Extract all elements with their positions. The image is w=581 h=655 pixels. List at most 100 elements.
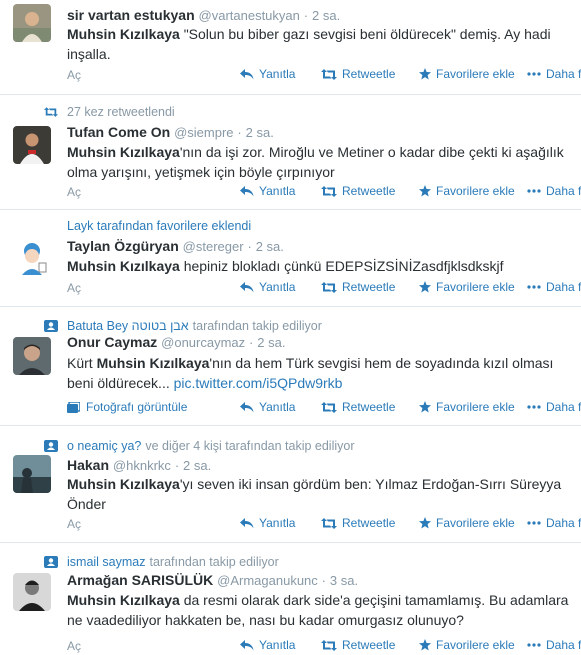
context-name[interactable]: Batuta Bey אבן בטוטה: [67, 319, 189, 333]
tweet[interactable]: Layk tarafından favorilere eklendi Tayla…: [0, 210, 581, 307]
tweet[interactable]: ismail saymaz tarafından takip ediliyor …: [0, 543, 581, 655]
retweet-button[interactable]: Retweetle: [321, 280, 403, 294]
star-icon: [419, 639, 431, 651]
retweet-icon: [321, 68, 337, 80]
avatar[interactable]: [13, 239, 51, 277]
reply-button[interactable]: Yanıtla: [240, 400, 306, 414]
reply-label: Yanıtla: [259, 280, 296, 294]
retweet-icon: [44, 107, 58, 117]
pic-link[interactable]: pic.twitter.com/i5QPdw9rkb: [174, 375, 343, 391]
retweet-button[interactable]: Retweetle: [321, 67, 403, 81]
context-name[interactable]: o neamiç ya?: [67, 439, 141, 453]
context-text: tarafından takip ediliyor: [149, 555, 279, 569]
more-button[interactable]: Daha fazla: [527, 400, 581, 414]
avatar[interactable]: [13, 455, 51, 493]
reply-button[interactable]: Yanıtla: [240, 67, 306, 81]
more-button[interactable]: Daha fazla: [527, 516, 581, 530]
author-name[interactable]: sir vartan estukyan: [67, 7, 195, 23]
expand-link[interactable]: Aç: [67, 185, 81, 199]
tweet[interactable]: sir vartan estukyan @vartanestukyan · 2 …: [0, 0, 581, 95]
expand-link[interactable]: Aç: [67, 68, 81, 82]
more-label: Daha fazla: [546, 516, 581, 530]
expand-link[interactable]: Aç: [67, 281, 81, 295]
expand-link[interactable]: Aç: [67, 517, 81, 531]
more-label: Daha fazla: [546, 400, 581, 414]
favorite-button[interactable]: Favorilere ekle: [419, 67, 519, 81]
author-handle[interactable]: @siempre: [174, 125, 233, 140]
retweet-label: Retweetle: [342, 184, 396, 198]
author-name[interactable]: Hakan: [67, 457, 109, 473]
retweet-label: Retweetle: [342, 280, 396, 294]
expand-link[interactable]: Aç: [67, 639, 81, 653]
context-text: tarafından takip ediliyor: [192, 319, 322, 333]
reply-icon: [240, 185, 254, 196]
more-button[interactable]: Daha fazla: [527, 184, 581, 198]
more-button[interactable]: Daha fazla: [527, 638, 581, 652]
retweet-icon: [321, 185, 337, 197]
author-handle[interactable]: @Armaganukunc: [217, 573, 318, 588]
reply-icon: [240, 639, 254, 650]
mention[interactable]: Muhsin Kızılkaya: [67, 476, 180, 492]
timestamp[interactable]: 2 sa.: [246, 125, 274, 140]
favorite-button[interactable]: Favorilere ekle: [419, 400, 519, 414]
reply-icon: [240, 68, 254, 79]
retweet-button[interactable]: Retweetle: [321, 400, 403, 414]
timestamp[interactable]: 2 sa.: [257, 335, 285, 350]
mention[interactable]: Muhsin Kızılkaya: [67, 258, 180, 274]
tweet-context: Batuta Bey אבן בטוטה tarafından takip ed…: [44, 318, 322, 334]
author-name[interactable]: Tufan Come On: [67, 124, 170, 140]
author-handle[interactable]: @vartanestukyan: [199, 8, 300, 23]
tweet-text-prefix: Kürt: [67, 355, 97, 371]
timestamp[interactable]: 2 sa.: [183, 458, 211, 473]
reply-label: Yanıtla: [259, 400, 296, 414]
author-handle[interactable]: @hknkrkc: [113, 458, 171, 473]
context-name[interactable]: ismail saymaz: [67, 555, 146, 569]
reply-button[interactable]: Yanıtla: [240, 280, 306, 294]
avatar[interactable]: [13, 4, 51, 42]
more-button[interactable]: Daha fazla: [527, 67, 581, 81]
favorite-button[interactable]: Favorilere ekle: [419, 280, 519, 294]
reply-button[interactable]: Yanıtla: [240, 516, 306, 530]
star-icon: [419, 281, 431, 293]
tweet[interactable]: Batuta Bey אבן בטוטה tarafından takip ed…: [0, 307, 581, 426]
tweet[interactable]: o neamiç ya? ve diğer 4 kişi tarafından …: [0, 426, 581, 543]
tweet-context: 27 kez retweetlendi: [44, 104, 175, 120]
timestamp[interactable]: 3 sa.: [330, 573, 358, 588]
timestamp[interactable]: 2 sa.: [256, 239, 284, 254]
author-handle[interactable]: @onurcaymaz: [161, 335, 245, 350]
author-name[interactable]: Taylan Özgüryan: [67, 238, 179, 254]
author-handle[interactable]: @stereger: [183, 239, 244, 254]
mention[interactable]: Muhsin Kızılkaya: [67, 144, 180, 160]
tweet-text: Kürt Muhsin Kızılkaya'nın da hem Türk se…: [67, 353, 572, 393]
retweet-icon: [321, 401, 337, 413]
mention[interactable]: Muhsin Kızılkaya: [67, 592, 180, 608]
reply-label: Yanıtla: [259, 67, 296, 81]
follow-icon: [44, 320, 58, 332]
avatar[interactable]: [13, 126, 51, 164]
favorite-button[interactable]: Favorilere ekle: [419, 638, 519, 652]
reply-button[interactable]: Yanıtla: [240, 184, 306, 198]
reply-button[interactable]: Yanıtla: [240, 638, 306, 652]
star-icon: [419, 185, 431, 197]
tweet[interactable]: 27 kez retweetlendi Tufan Come On @siemp…: [0, 95, 581, 210]
mention[interactable]: Muhsin Kızılkaya: [97, 355, 210, 371]
reply-label: Yanıtla: [259, 516, 296, 530]
retweet-icon: [321, 281, 337, 293]
reply-icon: [240, 517, 254, 528]
more-button[interactable]: Daha fazla: [527, 280, 581, 294]
tweet-context: Layk tarafından favorilere eklendi: [67, 218, 251, 234]
favorite-button[interactable]: Favorilere ekle: [419, 184, 519, 198]
context-text[interactable]: Layk tarafından favorilere eklendi: [67, 219, 251, 233]
avatar[interactable]: [13, 573, 51, 611]
favorite-button[interactable]: Favorilere ekle: [419, 516, 519, 530]
author-name[interactable]: Armağan SARISÜLÜK: [67, 572, 213, 588]
retweet-button[interactable]: Retweetle: [321, 516, 403, 530]
tweet-context: ismail saymaz tarafından takip ediliyor: [44, 554, 279, 570]
author-name[interactable]: Onur Caymaz: [67, 334, 157, 350]
avatar[interactable]: [13, 337, 51, 375]
retweet-button[interactable]: Retweetle: [321, 184, 403, 198]
retweet-button[interactable]: Retweetle: [321, 638, 403, 652]
timestamp[interactable]: 2 sa.: [312, 8, 340, 23]
mention[interactable]: Muhsin Kızılkaya: [67, 26, 180, 42]
view-photo-link[interactable]: Fotoğrafı görüntüle: [67, 400, 187, 414]
